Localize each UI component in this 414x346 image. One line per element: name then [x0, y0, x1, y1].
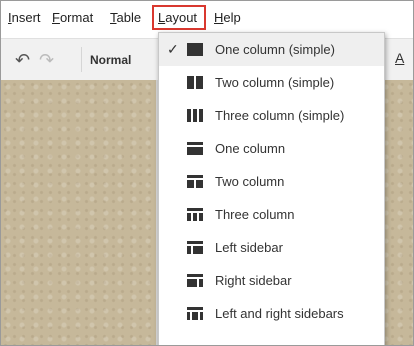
menu-layout-label: ayout: [165, 10, 198, 25]
redo-icon[interactable]: ↷: [39, 50, 54, 71]
menu-item-label: Three column: [215, 207, 295, 222]
menu-table-label: able: [116, 10, 142, 25]
one-column-icon: [187, 142, 203, 155]
three-column-icon: [187, 208, 203, 221]
right-sidebar-icon: [187, 274, 203, 287]
menu-help-mnemonic: H: [214, 10, 224, 25]
menu-format[interactable]: Format: [52, 10, 93, 25]
layout-dropdown-menu: ✓ One column (simple) Two column (simple…: [158, 32, 385, 345]
menu-item-one-column[interactable]: One column: [159, 132, 384, 165]
menu-item-three-column-simple[interactable]: Three column (simple): [159, 99, 384, 132]
menu-bar: Insert Format Table Layout Help: [1, 1, 413, 31]
menu-item-label: Left and right sidebars: [215, 306, 344, 321]
two-column-simple-icon: [187, 76, 203, 89]
app-window: Insert Format Table Layout Help ↶ ↷ Norm…: [0, 0, 414, 346]
toolbar-divider: [81, 47, 82, 72]
undo-icon[interactable]: ↶: [15, 50, 30, 71]
menu-item-label: One column: [215, 141, 286, 156]
menu-item-two-column-simple[interactable]: Two column (simple): [159, 66, 384, 99]
menu-format-mnemonic: F: [52, 10, 60, 25]
menu-item-two-column[interactable]: Two column: [159, 165, 384, 198]
menu-item-left-sidebar[interactable]: Left sidebar: [159, 231, 384, 264]
menu-item-left-and-right-sidebars[interactable]: Left and right sidebars: [159, 297, 384, 330]
one-column-simple-icon: [187, 43, 203, 56]
style-select[interactable]: Normal: [90, 53, 131, 67]
menu-item-label: Three column (simple): [215, 108, 345, 123]
menu-insert-label: nsert: [11, 10, 41, 25]
text-color-button[interactable]: A: [395, 50, 404, 66]
three-column-simple-icon: [187, 109, 203, 122]
left-right-sidebars-icon: [187, 307, 203, 320]
menu-item-label: Left sidebar: [215, 240, 283, 255]
menu-help[interactable]: Help: [214, 10, 241, 25]
two-column-icon: [187, 175, 203, 188]
menu-item-label: Right sidebar: [215, 273, 292, 288]
menu-item-label: One column (simple): [215, 42, 335, 57]
menu-item-three-column[interactable]: Three column: [159, 198, 384, 231]
menu-table[interactable]: Table: [110, 10, 141, 25]
menu-layout[interactable]: Layout: [158, 10, 197, 25]
check-icon: ✓: [167, 41, 179, 57]
menu-help-label: elp: [223, 10, 241, 25]
menu-insert[interactable]: Insert: [8, 10, 41, 25]
left-sidebar-icon: [187, 241, 203, 254]
menu-item-one-column-simple[interactable]: ✓ One column (simple): [159, 33, 384, 66]
menu-item-label: Two column: [215, 174, 285, 189]
menu-item-label: Two column (simple): [215, 75, 335, 90]
menu-item-right-sidebar[interactable]: Right sidebar: [159, 264, 384, 297]
menu-format-label: ormat: [59, 10, 94, 25]
